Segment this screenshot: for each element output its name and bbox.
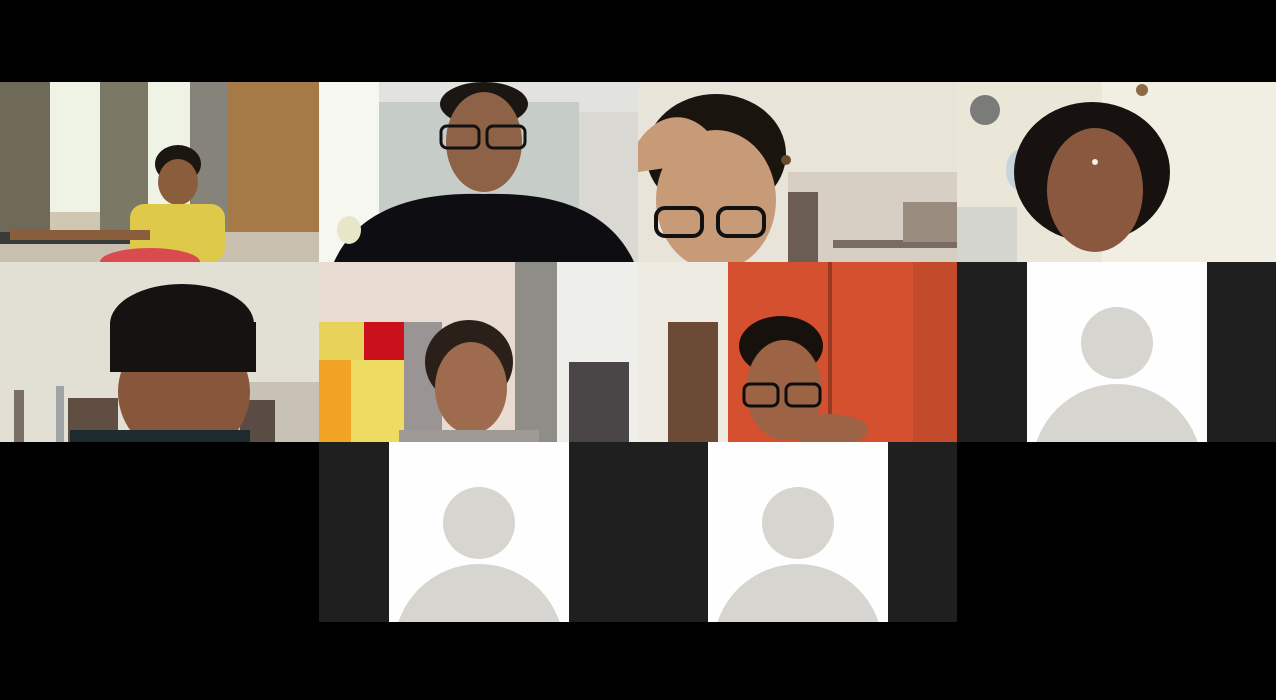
video-feed-4 <box>957 82 1276 262</box>
avatar-shoulders <box>713 564 883 622</box>
default-avatar-icon <box>389 442 569 622</box>
participant-avatar-tile-1[interactable] <box>957 262 1276 442</box>
video-feed-3 <box>638 82 957 262</box>
avatar-head <box>762 487 834 559</box>
participant-video-2[interactable] <box>319 82 638 262</box>
video-feed-1 <box>0 82 319 262</box>
participant-avatar-tile-2[interactable] <box>319 442 638 622</box>
default-avatar-icon <box>1027 262 1207 442</box>
video-feed-7 <box>638 262 957 442</box>
participant-video-7[interactable] <box>638 262 957 442</box>
video-feed-5 <box>0 262 319 442</box>
avatar-shoulders <box>1032 384 1202 442</box>
participant-video-5[interactable] <box>0 262 319 442</box>
avatar-head <box>443 487 515 559</box>
avatar-shoulders <box>394 564 564 622</box>
default-avatar-icon <box>708 442 888 622</box>
gallery-view <box>0 0 1276 700</box>
video-feed-2 <box>319 82 638 262</box>
participant-video-1[interactable] <box>0 82 319 262</box>
participant-avatar-tile-3[interactable] <box>638 442 957 622</box>
participant-video-3[interactable] <box>638 82 957 262</box>
avatar-head <box>1081 307 1153 379</box>
participant-video-6[interactable] <box>319 262 638 442</box>
video-feed-6 <box>319 262 638 442</box>
participant-video-4[interactable] <box>957 82 1276 262</box>
